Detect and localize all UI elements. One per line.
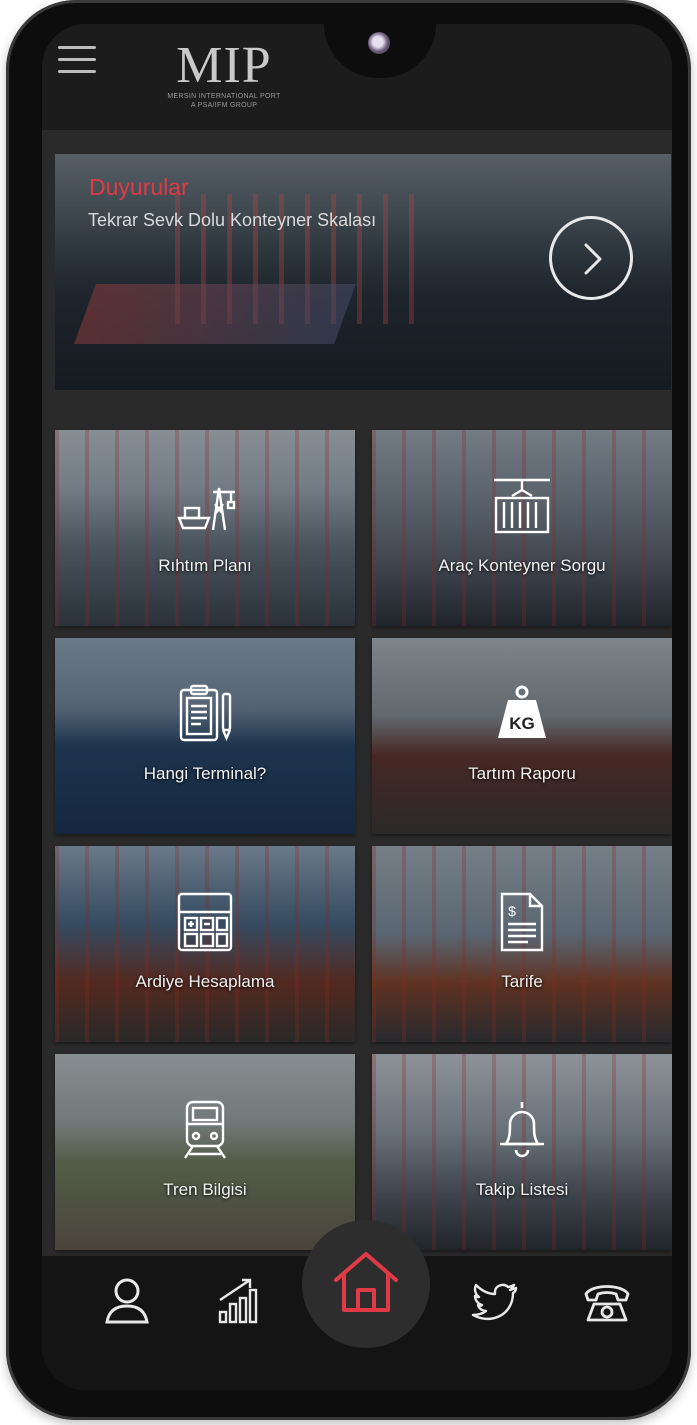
tile-tren-bilgisi[interactable]: Tren Bilgisi [55,1054,355,1250]
tile-label: Rıhtım Planı [158,556,252,575]
tile-label: Tartım Raporu [468,764,576,783]
tile-tartim-raporu[interactable]: KG Tartım Raporu [372,638,672,834]
bell-icon [372,1098,672,1167]
logo-subtitle: MERSIN INTERNATIONAL PORT [167,93,281,100]
phone-frame: MIP MERSIN INTERNATIONAL PORT A PSA/IFM … [6,0,691,1420]
tile-takip-listesi[interactable]: Takip Listesi [372,1054,672,1250]
tile-label: Araç Konteyner Sorgu [438,556,606,575]
chevron-right-circle-icon[interactable] [549,216,633,300]
front-camera [368,32,390,54]
tile-ardiye-hesaplama[interactable]: Ardiye Hesaplama [55,846,355,1042]
banner-title: Duyurular [89,174,189,200]
tile-label: Hangi Terminal? [143,764,267,783]
home-icon [334,1252,398,1312]
dollar-document-icon: $ [372,890,672,959]
tile-label: Ardiye Hesaplama [135,972,275,991]
svg-text:$: $ [508,903,516,919]
clipboard-pen-icon [55,682,355,751]
telephone-icon[interactable] [582,1276,632,1326]
container-crane-icon [372,474,672,543]
logo-text: MIP [176,37,272,94]
home-button[interactable] [302,1220,430,1348]
tile-arac-konteyner-sorgu[interactable]: Araç Konteyner Sorgu [372,430,672,626]
kg-weight-icon: KG [372,682,672,751]
train-icon [55,1098,355,1167]
hamburger-menu-icon[interactable] [58,46,96,76]
brand-logo: MIP MERSIN INTERNATIONAL PORT A PSA/IFM … [154,40,294,116]
tile-label: Takip Listesi [475,1180,569,1199]
announcements-banner[interactable]: Duyurular Tekrar Sevk Dolu Konteyner Ska… [55,154,671,390]
banner-ship [74,284,356,344]
ship-crane-icon [55,474,355,543]
calculator-icon [55,890,355,959]
growth-chart-icon[interactable] [214,1276,264,1326]
svg-text:KG: KG [509,714,535,733]
tile-hangi-terminal[interactable]: Hangi Terminal? [55,638,355,834]
user-icon[interactable] [102,1276,152,1326]
app-screen: MIP MERSIN INTERNATIONAL PORT A PSA/IFM … [42,24,672,1390]
logo-tagline: A PSA/IFM GROUP [190,102,258,109]
tile-label: Tren Bilgisi [163,1180,247,1199]
tile-rihtim-plani[interactable]: Rıhtım Planı [55,430,355,626]
tile-tarife[interactable]: $ Tarife [372,846,672,1042]
banner-text: Tekrar Sevk Dolu Konteyner Skalası [88,210,377,230]
tile-label: Tarife [501,972,543,991]
twitter-icon[interactable] [470,1276,520,1326]
